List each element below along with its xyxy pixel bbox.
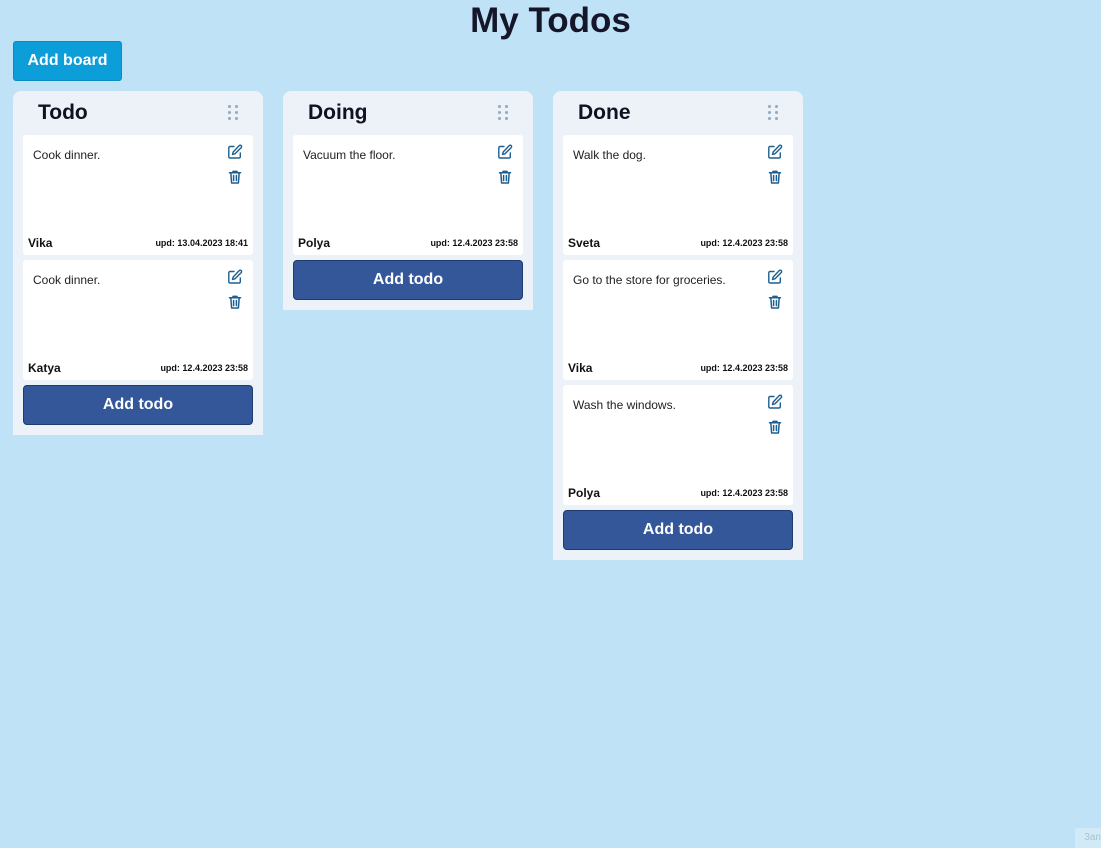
drag-handle-icon[interactable] [228,105,238,121]
todo-text: Cook dinner. [33,148,101,162]
board-done: Done Walk the dog. Sveta upd: 12.4.2023 … [553,91,803,560]
trash-icon[interactable] [767,419,783,435]
board-doing: Doing Vacuum the floor. Polya upd: 12.4.… [283,91,533,310]
todo-author: Vika [28,236,53,250]
todo-updated: upd: 12.4.2023 23:58 [700,488,788,498]
trash-icon[interactable] [227,169,243,185]
board-title: Done [578,101,631,124]
todo-updated: upd: 12.4.2023 23:58 [700,238,788,248]
page-title: My Todos [470,1,631,40]
add-todo-button[interactable]: Add todo [563,510,793,550]
card-list: Cook dinner. Vika upd: 13.04.2023 18:41 … [13,135,263,380]
edit-icon[interactable] [767,144,783,160]
todo-updated: upd: 12.4.2023 23:58 [700,363,788,373]
todo-updated: upd: 12.4.2023 23:58 [160,363,248,373]
card-list: Vacuum the floor. Polya upd: 12.4.2023 2… [283,135,533,255]
trash-icon[interactable] [227,294,243,310]
todo-updated: upd: 12.4.2023 23:58 [430,238,518,248]
todo-text: Wash the windows. [573,398,676,412]
board-title: Todo [38,101,88,124]
trash-icon[interactable] [767,294,783,310]
todo-updated: upd: 13.04.2023 18:41 [155,238,248,248]
todo-card: Go to the store for groceries. Vika upd:… [563,260,793,380]
todo-text: Go to the store for groceries. [573,273,726,287]
todo-author: Polya [568,486,601,500]
edit-icon[interactable] [227,269,243,285]
todo-card: Cook dinner. Vika upd: 13.04.2023 18:41 [23,135,253,255]
add-todo-button[interactable]: Add todo [23,385,253,425]
todo-card: Cook dinner. Katya upd: 12.4.2023 23:58 [23,260,253,380]
edit-icon[interactable] [767,394,783,410]
todo-author: Sveta [568,236,601,250]
drag-handle-icon[interactable] [768,105,778,121]
todo-card: Vacuum the floor. Polya upd: 12.4.2023 2… [293,135,523,255]
board-header: Doing [283,91,533,135]
board-header: Done [553,91,803,135]
todo-author: Vika [568,361,593,375]
corner-label: 3an [1075,828,1101,848]
edit-icon[interactable] [227,144,243,160]
edit-icon[interactable] [497,144,513,160]
todo-text: Vacuum the floor. [303,148,396,162]
add-board-button[interactable]: Add board [13,41,122,81]
todo-card: Walk the dog. Sveta upd: 12.4.2023 23:58 [563,135,793,255]
todo-text: Walk the dog. [573,148,646,162]
todo-author: Katya [28,361,61,375]
edit-icon[interactable] [767,269,783,285]
trash-icon[interactable] [767,169,783,185]
board-todo: Todo Cook dinner. Vika upd: 13.04.2023 1… [13,91,263,435]
board-header: Todo [13,91,263,135]
todo-author: Polya [298,236,331,250]
board-title: Doing [308,101,368,124]
todo-text: Cook dinner. [33,273,101,287]
todo-card: Wash the windows. Polya upd: 12.4.2023 2… [563,385,793,505]
drag-handle-icon[interactable] [498,105,508,121]
add-todo-button[interactable]: Add todo [293,260,523,300]
trash-icon[interactable] [497,169,513,185]
page: My Todos Add board Todo Cook dinner. Vik… [0,0,1101,848]
card-list: Walk the dog. Sveta upd: 12.4.2023 23:58… [553,135,803,505]
